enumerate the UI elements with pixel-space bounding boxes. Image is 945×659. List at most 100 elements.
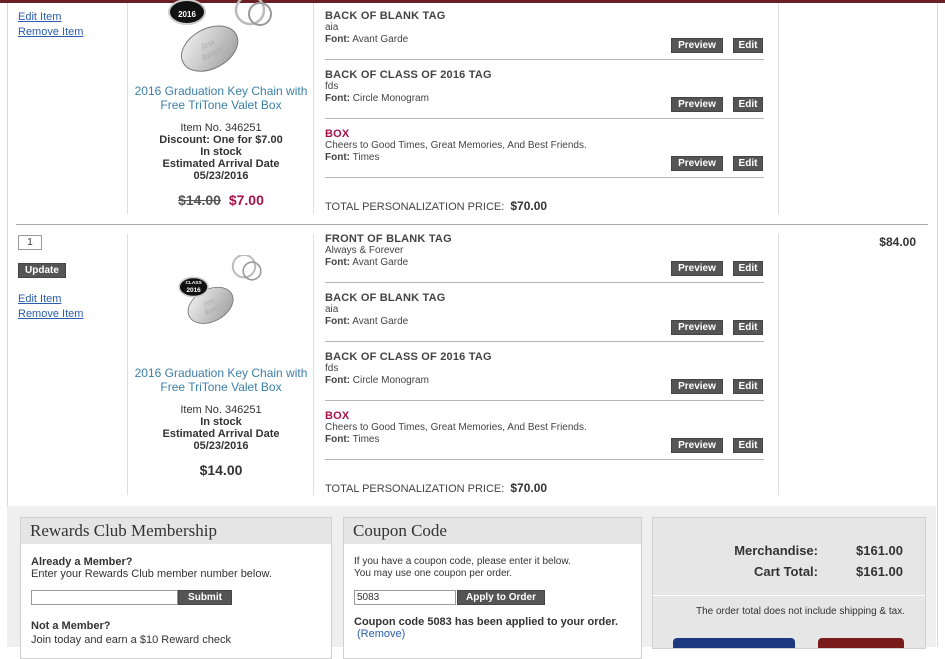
product-name: 2016 Graduation Key Chain with Free TriT…: [134, 84, 308, 112]
coupon-input[interactable]: 5083: [354, 590, 456, 605]
coupon-applied-message: Coupon code 5083 has been applied to you…: [354, 616, 619, 628]
font-name: Avant Garde: [352, 257, 409, 268]
row-divider: [325, 118, 764, 119]
remove-coupon-link[interactable]: (Remove): [357, 628, 405, 640]
tag-year-text: 2016: [186, 287, 201, 294]
product-name-link[interactable]: 2016 Graduation Key Chain with Free TriT…: [126, 366, 316, 394]
edit-item-link[interactable]: Edit Item: [18, 293, 61, 305]
personalization-text: fds: [325, 81, 339, 92]
edit-button[interactable]: Edit: [733, 261, 763, 276]
row-divider: [325, 459, 764, 460]
preview-button[interactable]: Preview: [671, 38, 723, 53]
member-number-input[interactable]: [31, 590, 178, 605]
personalization-row: BOX Cheers to Good Times, Great Memories…: [325, 128, 765, 178]
stock-status: In stock: [200, 146, 242, 158]
personalization-title: BACK OF CLASS OF 2016 TAG: [325, 69, 492, 81]
personalization-title: BACK OF BLANK TAG: [325, 10, 446, 22]
edit-button[interactable]: Edit: [733, 97, 763, 112]
original-price: $14.00: [178, 192, 221, 208]
preview-button[interactable]: Preview: [671, 320, 723, 335]
personalization-title: BOX: [325, 410, 350, 422]
font-label: Font:: [325, 152, 350, 163]
preview-button[interactable]: Preview: [671, 438, 723, 453]
personalization-row: BACK OF CLASS OF 2016 TAG fds Font: Circ…: [325, 351, 765, 401]
not-member-heading: Not a Member?: [31, 620, 111, 632]
line-total: $84.00: [879, 235, 916, 249]
font-name: Avant Garde: [352, 34, 409, 45]
total-label: TOTAL PERSONALIZATION PRICE:: [325, 483, 505, 495]
coupon-line-1: If you have a coupon code, please enter …: [354, 556, 571, 567]
font-label: Font:: [325, 257, 350, 268]
personalization-text: Always & Forever: [325, 245, 404, 256]
personalization-title: BOX: [325, 128, 350, 140]
personalization-row: BOX Cheers to Good Times, Great Memories…: [325, 410, 765, 460]
remove-item-link[interactable]: Remove Item: [18, 308, 83, 320]
tag-class-text: CLASS: [185, 280, 202, 286]
preview-button[interactable]: Preview: [671, 97, 723, 112]
personalization-title: FRONT OF BLANK TAG: [325, 233, 452, 245]
tag-year-text: 2016: [178, 10, 196, 19]
preview-button[interactable]: Preview: [671, 156, 723, 171]
column-divider: [313, 234, 314, 495]
personalization-title: BACK OF BLANK TAG: [325, 292, 446, 304]
font-name: Times: [352, 434, 380, 445]
personalization-text: aia: [325, 304, 339, 315]
font-name: Times: [352, 152, 380, 163]
font-name: Circle Monogram: [352, 93, 429, 104]
item-separator: [16, 224, 928, 225]
column-divider: [778, 234, 779, 495]
order-summary: Merchandise: $161.00 Cart Total: $161.00…: [652, 517, 926, 649]
arrival-label: Estimated Arrival Date: [162, 428, 280, 440]
font-label: Font:: [325, 434, 350, 445]
font-name: Circle Monogram: [352, 375, 429, 386]
row-divider: [325, 341, 764, 342]
personalization-text: Cheers to Good Times, Great Memories, An…: [325, 422, 587, 433]
personalization-total: TOTAL PERSONALIZATION PRICE: $70.00: [325, 481, 547, 495]
total-label: TOTAL PERSONALIZATION PRICE:: [325, 201, 505, 213]
row-divider: [325, 400, 764, 401]
preview-button[interactable]: Preview: [671, 379, 723, 394]
cart-total-label: Cart Total:: [753, 564, 818, 579]
font-name: Avant Garde: [352, 316, 409, 327]
product-info: Item No. 346251 Discount: One for $7.00 …: [126, 122, 316, 182]
product-name: 2016 Graduation Key Chain with Free TriT…: [134, 366, 308, 394]
edit-button[interactable]: Edit: [733, 320, 763, 335]
item-number: Item No. 346251: [180, 122, 262, 134]
submit-button[interactable]: Submit: [178, 590, 232, 605]
apply-to-order-button[interactable]: Apply to Order: [457, 590, 545, 605]
edit-button[interactable]: Edit: [733, 38, 763, 53]
edit-button[interactable]: Edit: [733, 438, 763, 453]
personalization-row: BACK OF CLASS OF 2016 TAG fds Font: Circ…: [325, 69, 765, 119]
product-info: Item No. 346251 In stock Estimated Arriv…: [126, 404, 316, 452]
arrival-date: 05/23/2016: [193, 170, 249, 182]
item-price: $14.00 $7.00: [126, 192, 316, 208]
coupon-panel: Coupon Code If you have a coupon code, p…: [343, 517, 642, 659]
row-divider: [325, 282, 764, 283]
preview-button[interactable]: Preview: [671, 261, 723, 276]
rewards-panel: Rewards Club Membership Already a Member…: [20, 517, 332, 659]
remove-item-link[interactable]: Remove Item: [18, 26, 83, 38]
product-image: Jess Renee CLASS 2016: [178, 255, 262, 324]
summary-divider: [653, 595, 925, 596]
font-label: Font:: [325, 316, 350, 327]
column-divider: [127, 234, 128, 495]
merchandise-label: Merchandise:: [734, 543, 818, 558]
row-divider: [325, 59, 764, 60]
personalization-row: BACK OF BLANK TAG aia Font: Avant Garde …: [325, 292, 765, 342]
edit-button[interactable]: Edit: [733, 156, 763, 171]
product-name-link[interactable]: 2016 Graduation Key Chain with Free TriT…: [126, 84, 316, 112]
merchandise-value: $161.00: [856, 543, 903, 558]
stock-status: In stock: [200, 416, 242, 428]
total-value: $70.00: [510, 199, 548, 213]
font-label: Font:: [325, 34, 350, 45]
update-button[interactable]: Update: [18, 263, 66, 278]
edit-item-link[interactable]: Edit Item: [18, 11, 61, 23]
edit-button[interactable]: Edit: [733, 379, 763, 394]
arrival-label: Estimated Arrival Date: [162, 158, 280, 170]
not-member-text: Join today and earn a $10 Reward check: [31, 634, 231, 646]
item-number: Item No. 346251: [180, 404, 262, 416]
product-image: Jess Renee 2016: [168, 0, 272, 72]
quantity-input[interactable]: 1: [18, 235, 42, 250]
total-value: $70.00: [510, 481, 548, 495]
personalization-row: BACK OF BLANK TAG aia Font: Avant Garde …: [325, 10, 765, 60]
